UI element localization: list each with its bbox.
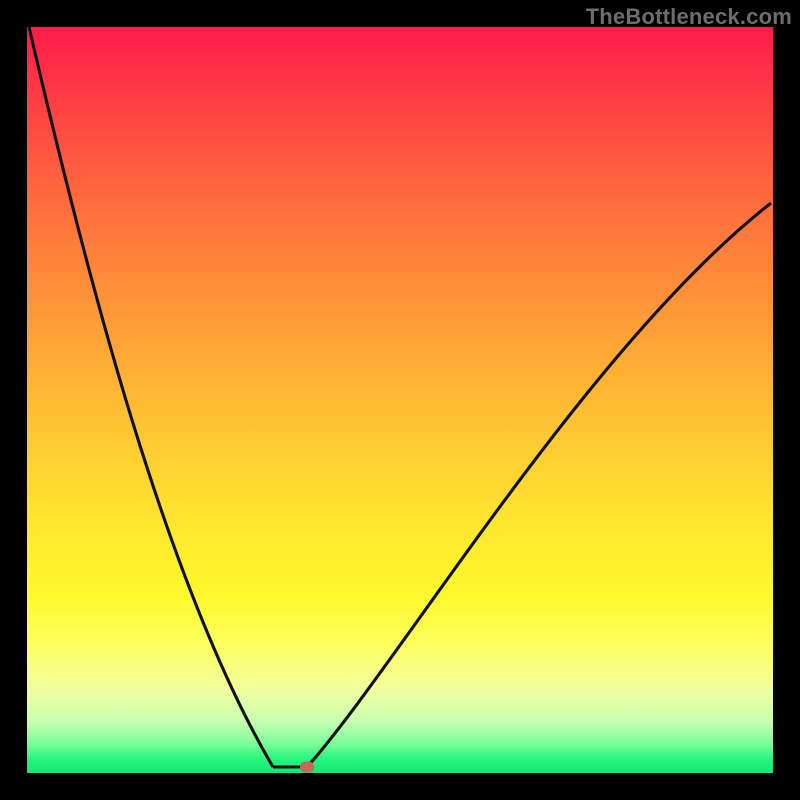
minimum-marker [300,762,314,773]
curve-right-arm [307,203,771,767]
curve-left-arm [29,27,273,767]
curve-svg [27,27,773,773]
plot-area [27,27,773,773]
chart-frame: TheBottleneck.com [0,0,800,800]
